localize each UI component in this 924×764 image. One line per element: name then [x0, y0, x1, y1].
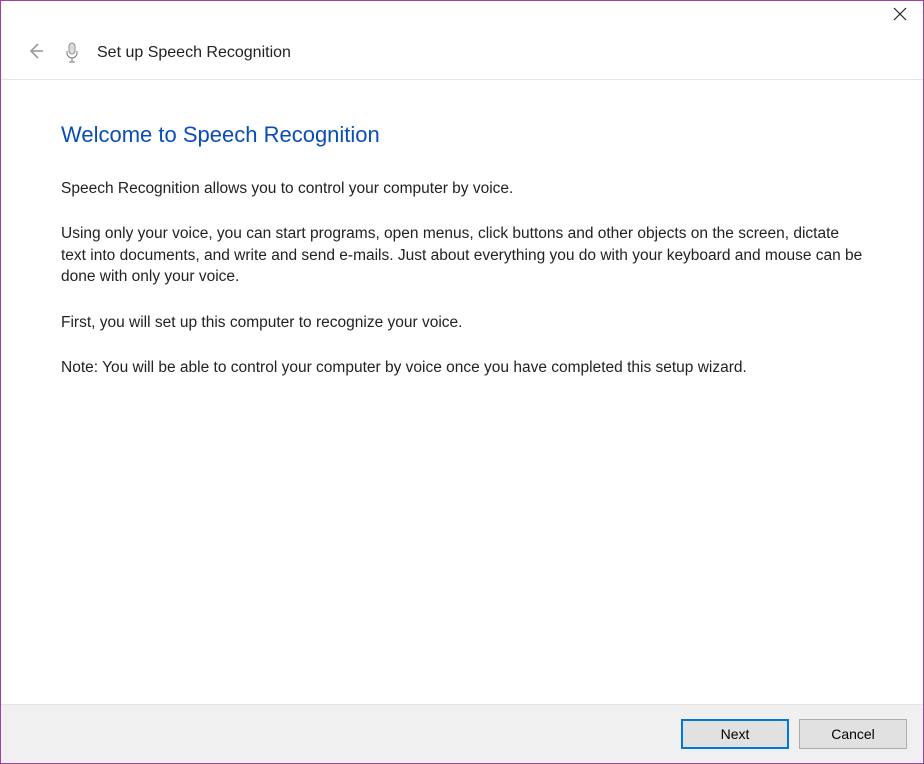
wizard-footer: Next Cancel — [1, 704, 923, 763]
back-button[interactable] — [23, 41, 47, 65]
next-button[interactable]: Next — [681, 719, 789, 749]
body-text: Speech Recognition allows you to control… — [61, 178, 865, 378]
paragraph: Using only your voice, you can start pro… — [61, 223, 865, 287]
wizard-content: Welcome to Speech Recognition Speech Rec… — [1, 80, 923, 378]
paragraph: Note: You will be able to control your c… — [61, 357, 865, 378]
page-heading: Welcome to Speech Recognition — [61, 122, 865, 148]
arrow-left-icon — [25, 41, 45, 66]
cancel-button[interactable]: Cancel — [799, 719, 907, 749]
paragraph: First, you will set up this computer to … — [61, 312, 865, 333]
close-icon — [893, 7, 907, 26]
paragraph: Speech Recognition allows you to control… — [61, 178, 865, 199]
microphone-icon — [63, 42, 81, 64]
wizard-title: Set up Speech Recognition — [97, 44, 291, 62]
wizard-header: Set up Speech Recognition — [1, 37, 923, 80]
titlebar — [1, 1, 923, 37]
close-button[interactable] — [891, 7, 909, 25]
